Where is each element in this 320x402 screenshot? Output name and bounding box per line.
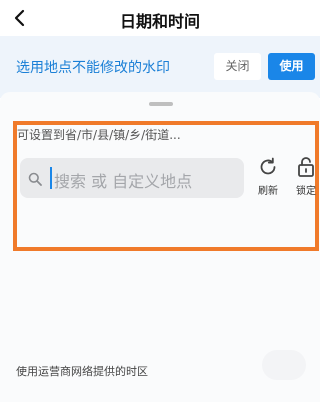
location-sheet: 可设置到省/市/县/镇/乡/街道... 搜索 或 自定义地点 刷新 锁定 使用运… — [0, 92, 320, 402]
search-icon — [28, 171, 42, 186]
page-title: 日期和时间 — [119, 12, 200, 31]
unlock-icon — [292, 156, 320, 178]
refresh-button[interactable]: 刷新 — [254, 156, 282, 202]
timezone-toggle[interactable] — [262, 350, 306, 380]
lock-label: 锁定 — [296, 186, 316, 197]
lock-button[interactable]: 锁定 — [292, 156, 320, 202]
refresh-label: 刷新 — [258, 186, 278, 197]
text-cursor — [50, 167, 52, 189]
use-button[interactable]: 使用 — [268, 53, 315, 80]
search-input[interactable]: 搜索 或 自定义地点 — [20, 158, 244, 198]
search-placeholder: 搜索 或 自定义地点 — [54, 172, 193, 191]
banner-message: 选用地点不能修改的水印 — [16, 60, 170, 76]
location-hint: 可设置到省/市/县/镇/乡/街道... — [17, 128, 181, 142]
timezone-label: 使用运营商网络提供的时区 — [16, 365, 148, 378]
date-time-screen: 日期和时间 选用地点不能修改的水印 关闭 使用 可设置到省/市/县/镇/乡/街道… — [0, 0, 320, 402]
top-nav-bar: 日期和时间 — [0, 0, 320, 36]
drag-handle[interactable] — [149, 102, 173, 106]
close-button[interactable]: 关闭 — [214, 53, 261, 80]
refresh-icon — [254, 156, 282, 178]
watermark-banner: 选用地点不能修改的水印 关闭 使用 — [0, 36, 320, 98]
